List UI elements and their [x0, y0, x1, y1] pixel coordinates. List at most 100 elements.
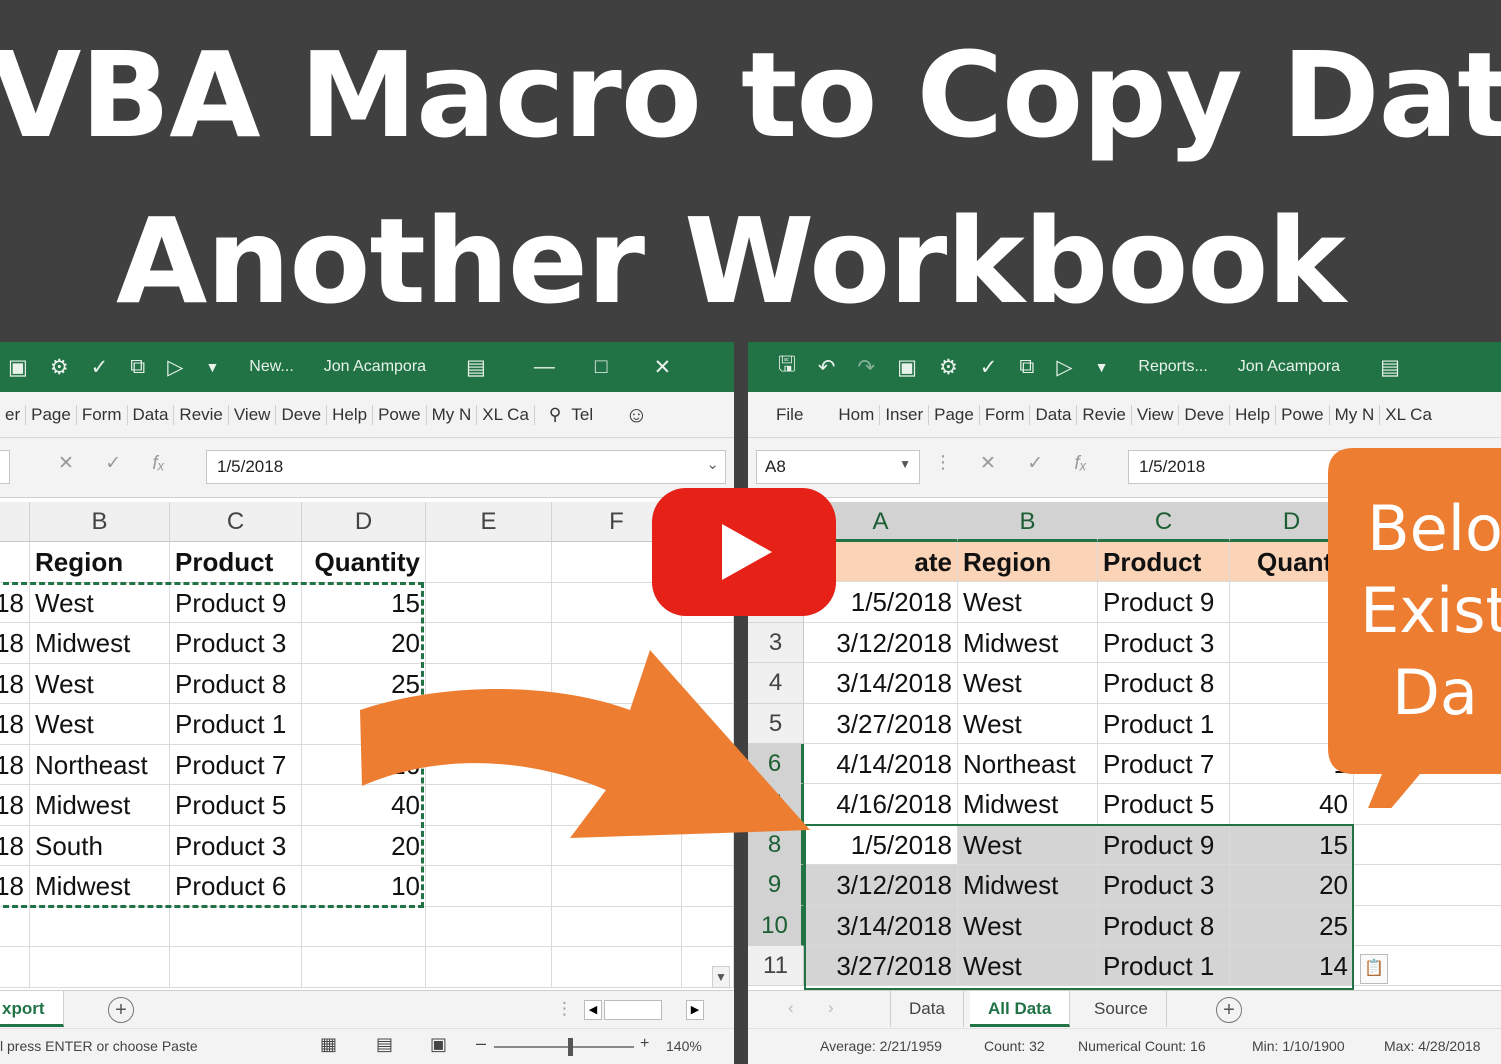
- cell[interactable]: West: [958, 582, 1098, 623]
- cell[interactable]: 3/27/2018: [804, 703, 958, 744]
- ribbon-tab[interactable]: Revie: [1077, 404, 1132, 425]
- undo-icon[interactable]: ↶: [818, 355, 836, 380]
- cell[interactable]: Product 7: [1098, 744, 1230, 785]
- sheet-tab[interactable]: Source: [1076, 991, 1167, 1027]
- empty-cell[interactable]: [170, 906, 302, 947]
- paste-options-icon[interactable]: 📋: [1360, 954, 1388, 984]
- enter-icon[interactable]: ✓: [105, 452, 121, 475]
- ribbon-tab[interactable]: View: [1132, 404, 1180, 425]
- cell[interactable]: West: [958, 703, 1098, 744]
- horizontal-scrollbar[interactable]: [604, 1000, 662, 1020]
- empty-cell[interactable]: [30, 947, 170, 988]
- copy-icon[interactable]: ⧉: [1019, 355, 1034, 379]
- cell[interactable]: Northeast: [958, 744, 1098, 785]
- text-box-icon[interactable]: ▣: [897, 355, 917, 380]
- cell[interactable]: Midwest: [958, 622, 1098, 664]
- pointer-icon[interactable]: ▷: [1056, 355, 1072, 380]
- cell[interactable]: Quantity: [302, 542, 426, 583]
- scroll-left-icon[interactable]: ◀: [584, 1000, 602, 1020]
- normal-view-icon[interactable]: ▦: [320, 1034, 337, 1055]
- sheet-tab-active[interactable]: All Data: [970, 991, 1071, 1027]
- empty-cell[interactable]: [552, 906, 682, 947]
- ribbon-tab[interactable]: My N: [1330, 404, 1381, 425]
- brush-icon[interactable]: ✓: [980, 355, 998, 380]
- ribbon-display-icon[interactable]: ▤: [466, 355, 486, 380]
- name-box-dropdown-icon[interactable]: ▼: [899, 457, 911, 471]
- page-break-icon[interactable]: ▣: [430, 1034, 447, 1055]
- function-icon[interactable]: fₓ: [1074, 453, 1087, 475]
- cell[interactable]: Product 8: [1098, 663, 1230, 704]
- ribbon-tab[interactable]: Revie: [174, 404, 229, 425]
- ribbon-tab[interactable]: Page: [26, 404, 77, 425]
- column-header[interactable]: [0, 502, 30, 542]
- zoom-out-icon[interactable]: –: [476, 1033, 486, 1054]
- sheet-tab[interactable]: Data: [890, 991, 964, 1027]
- prev-sheet-icon[interactable]: ‹: [788, 998, 794, 1018]
- cell[interactable]: Product 3: [1098, 622, 1230, 664]
- sheet-tab[interactable]: xport: [0, 991, 64, 1027]
- empty-cell[interactable]: [170, 947, 302, 988]
- ribbon-tab[interactable]: Powe: [1276, 404, 1330, 425]
- ribbon-tab[interactable]: Inser: [880, 404, 930, 425]
- scroll-right-icon[interactable]: ▶: [686, 1000, 704, 1020]
- expand-chevron-icon[interactable]: ⌄: [706, 455, 719, 473]
- cell[interactable]: 3/14/2018: [804, 663, 958, 704]
- close-icon[interactable]: ✕: [654, 355, 672, 380]
- pointer-icon[interactable]: ▷: [167, 355, 183, 380]
- maximize-icon[interactable]: □: [595, 355, 608, 379]
- search-icon[interactable]: ⚲: [535, 405, 566, 425]
- cancel-icon[interactable]: ✕: [58, 452, 74, 475]
- row-header[interactable]: 10: [748, 905, 804, 946]
- ribbon-tab[interactable]: Deve: [276, 404, 328, 425]
- brush-icon[interactable]: ✓: [91, 355, 109, 380]
- cell[interactable]: Product 9: [1098, 582, 1230, 623]
- customize-icon[interactable]: ▼: [205, 359, 219, 375]
- ribbon-tab[interactable]: Data: [1030, 404, 1078, 425]
- gear-icon[interactable]: ⚙: [939, 355, 958, 380]
- ribbon-tab[interactable]: Form: [77, 404, 128, 425]
- tab-split-handle-icon[interactable]: ⋮: [556, 999, 573, 1019]
- gear-icon[interactable]: ⚙: [50, 355, 69, 380]
- cell[interactable]: Product 5: [1098, 784, 1230, 825]
- ribbon-tab[interactable]: Help: [327, 404, 374, 425]
- column-header[interactable]: C: [1098, 502, 1230, 542]
- customize-icon[interactable]: ▼: [1095, 359, 1109, 375]
- cell[interactable]: Product: [170, 542, 302, 583]
- ribbon-tab[interactable]: Powe: [373, 404, 427, 425]
- cell[interactable]: 3/12/2018: [804, 622, 958, 664]
- cell[interactable]: Product: [1098, 542, 1230, 583]
- tell-me-tab[interactable]: Tel: [566, 405, 598, 425]
- left-name-box[interactable]: [0, 450, 10, 484]
- empty-cell[interactable]: [1354, 865, 1501, 906]
- ribbon-tab[interactable]: File: [748, 405, 833, 425]
- page-layout-icon[interactable]: ▤: [376, 1034, 393, 1055]
- empty-cell[interactable]: [302, 947, 426, 988]
- zoom-level[interactable]: 140%: [666, 1038, 702, 1054]
- empty-cell[interactable]: [426, 906, 552, 947]
- column-header[interactable]: C: [170, 502, 302, 542]
- function-icon[interactable]: fₓ: [152, 453, 165, 475]
- save-icon[interactable]: 🖫: [778, 350, 796, 385]
- ribbon-tab[interactable]: er: [0, 404, 27, 425]
- ribbon-tab[interactable]: XL Ca: [1380, 405, 1437, 425]
- new-sheet-plus-icon[interactable]: +: [1216, 997, 1242, 1023]
- ribbon-tab[interactable]: Help: [1230, 404, 1277, 425]
- empty-cell[interactable]: [0, 906, 30, 947]
- empty-cell[interactable]: [1354, 825, 1501, 866]
- empty-cell[interactable]: [426, 542, 552, 583]
- zoom-slider-thumb[interactable]: [568, 1038, 573, 1056]
- ribbon-tab[interactable]: Page: [929, 404, 980, 425]
- zoom-in-icon[interactable]: +: [640, 1035, 649, 1053]
- cell[interactable]: Midwest: [958, 784, 1098, 825]
- empty-cell[interactable]: [0, 542, 30, 583]
- next-sheet-icon[interactable]: ›: [828, 998, 834, 1018]
- empty-cell[interactable]: [0, 947, 30, 988]
- cell[interactable]: West: [958, 663, 1098, 704]
- cell[interactable]: Region: [30, 542, 170, 583]
- empty-cell[interactable]: [302, 906, 426, 947]
- redo-icon[interactable]: ↷: [858, 355, 876, 380]
- ribbon-tab[interactable]: Data: [128, 404, 175, 425]
- ribbon-display-icon[interactable]: ▤: [1380, 355, 1400, 380]
- empty-cell[interactable]: [30, 906, 170, 947]
- column-header[interactable]: D: [302, 502, 426, 542]
